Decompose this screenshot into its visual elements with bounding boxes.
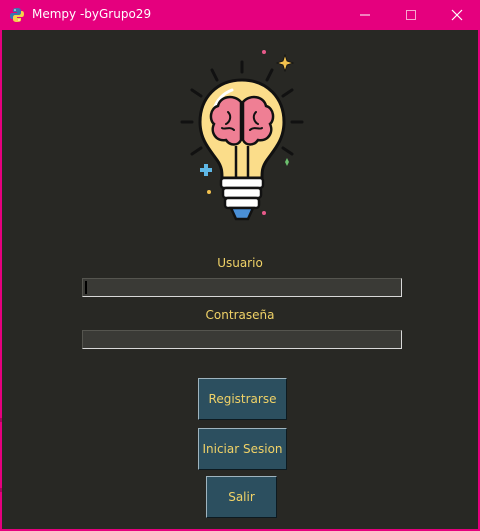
maximize-button[interactable] <box>388 0 434 30</box>
password-label: Contraseña <box>205 308 275 322</box>
register-button[interactable]: Registrarse <box>198 378 287 420</box>
lightbulb-brain-icon <box>180 50 304 221</box>
close-icon <box>451 9 463 21</box>
maximize-icon <box>406 10 416 20</box>
exit-button[interactable]: Salir <box>206 476 277 518</box>
username-label: Usuario <box>217 256 263 270</box>
login-window: Usuario Contraseña Registrarse Iniciar S… <box>2 30 478 529</box>
window-edge-mark <box>0 488 2 492</box>
minimize-icon <box>360 14 370 16</box>
password-input[interactable] <box>82 330 402 349</box>
login-button[interactable]: Iniciar Sesion <box>198 428 287 470</box>
window-edge-mark <box>0 418 2 422</box>
username-input[interactable] <box>82 278 402 297</box>
python-logo-icon <box>10 8 24 22</box>
minimize-button[interactable] <box>342 0 388 30</box>
text-caret <box>85 281 87 294</box>
title-bar[interactable]: Mempy -byGrupo29 <box>0 0 480 30</box>
window-title: Mempy -byGrupo29 <box>32 7 152 21</box>
close-button[interactable] <box>434 0 480 30</box>
